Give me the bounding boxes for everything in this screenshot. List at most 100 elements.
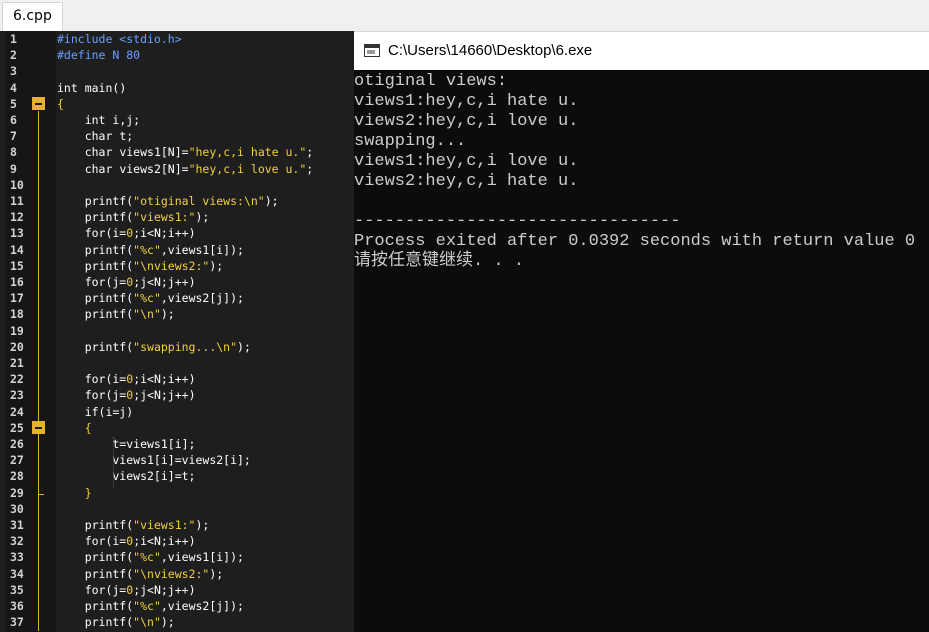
tab-bar: 6.cpp (0, 0, 929, 32)
code-line[interactable]: 23 for(j=0;j<N;j++) (0, 387, 354, 403)
line-number: 32 (10, 534, 24, 549)
code-line[interactable]: 3 (0, 63, 354, 79)
code-text: char views2[N]="hey,c,i love u."; (84, 161, 314, 176)
code-line[interactable]: 9 char views2[N]="hey,c,i love u."; (0, 161, 354, 177)
code-line[interactable]: 32 for(i=0;i<N;i++) (0, 533, 354, 549)
fold-end-if (38, 494, 44, 495)
line-number: 12 (10, 210, 24, 225)
code-line[interactable]: 14 printf("%c",views1[i]); (0, 242, 354, 258)
line-number: 15 (10, 258, 24, 273)
fold-toggle-if[interactable] (32, 421, 45, 434)
tab-6cpp[interactable]: 6.cpp (2, 2, 63, 32)
console-titlebar[interactable]: C:\Users\14660\Desktop\6.exe (354, 32, 929, 70)
code-text: for(j=0;j<N;j++) (57, 275, 196, 289)
code-line[interactable]: 21 (0, 355, 354, 371)
line-number: 11 (10, 194, 24, 208)
line-number: 5 (10, 96, 17, 111)
code-line[interactable]: 25 { (0, 420, 354, 436)
code-line[interactable]: 4 int main() (0, 80, 354, 96)
code-line[interactable]: 28 views2[i]=t; (0, 468, 354, 484)
line-number: 2 (10, 48, 17, 63)
code-text: printf("%c",views1[i]); (57, 550, 244, 565)
code-text: { (57, 420, 92, 435)
code-line[interactable]: 7 char t; (0, 128, 354, 144)
code-text: printf("\nviews2:"); (57, 258, 224, 273)
code-text: #define N 80 (57, 48, 141, 63)
code-text: printf("\n"); (57, 307, 175, 322)
line-number: 8 (10, 145, 17, 160)
console-line: views1:hey,c,i hate u. (354, 92, 579, 111)
console-line: views2:hey,c,i love u. (354, 112, 579, 131)
code-text: views1[i]=views2[i]; (57, 453, 251, 468)
line-number: 36 (10, 599, 24, 613)
code-text: printf("swapping...\n"); (57, 339, 251, 354)
code-text: for(i=0;i<N;i++) (57, 534, 196, 549)
code-line[interactable]: 31 printf("views1:"); (0, 517, 354, 533)
code-text: for(i=0;i<N;i++) (57, 226, 196, 241)
code-line[interactable]: 22 for(i=0;i<N;i++) (0, 371, 354, 387)
code-line[interactable]: 26 t=views1[i]; (0, 436, 354, 452)
code-line[interactable]: 33 printf("%c",views1[i]); (0, 549, 354, 565)
indent-guide (113, 437, 114, 487)
code-line[interactable]: 1 #include <stdio.h> (0, 31, 354, 47)
line-number: 29 (10, 485, 24, 500)
code-line[interactable]: 24 if(i=j) (0, 404, 354, 420)
line-number: 4 (10, 80, 17, 95)
code-text: printf("\nviews2:"); (57, 566, 224, 581)
line-number: 19 (10, 323, 24, 338)
code-text: { (57, 96, 64, 111)
line-number: 25 (10, 420, 24, 435)
code-line[interactable]: 18 printf("\n"); (0, 306, 354, 322)
console-output: otiginal views: views1:hey,c,i hate u. vie… (354, 72, 915, 272)
console-line: views2:hey,c,i hate u. (354, 172, 579, 191)
code-line[interactable]: 11 printf("otiginal views:\n"); (0, 193, 354, 209)
code-line[interactable]: 8 char views1[N]="hey,c,i hate u."; (0, 144, 354, 160)
line-number: 13 (10, 226, 24, 241)
code-line[interactable]: 12 printf("views1:"); (0, 209, 354, 225)
line-number: 26 (10, 437, 24, 451)
code-line[interactable]: 29 } (0, 485, 354, 501)
line-number: 14 (10, 242, 24, 257)
code-line[interactable]: 27 views1[i]=views2[i]; (0, 452, 354, 468)
code-line[interactable]: 16 for(j=0;j<N;j++) (0, 274, 354, 290)
code-text: printf("%c",views2[j]); (57, 599, 244, 613)
code-text: printf("views1:"); (57, 210, 210, 225)
code-line[interactable]: 37 printf("\n"); (0, 614, 354, 630)
code-line[interactable]: 13 for(i=0;i<N;i++) (0, 225, 354, 241)
code-line[interactable]: 2 #define N 80 (0, 47, 354, 63)
code-line[interactable]: 19 (0, 323, 354, 339)
fold-toggle-main[interactable] (32, 97, 45, 110)
code-line[interactable]: 35 for(j=0;j<N;j++) (0, 582, 354, 598)
code-text: #include <stdio.h> (57, 32, 182, 46)
code-line[interactable]: 5{ (0, 96, 354, 112)
line-number: 33 (10, 550, 24, 565)
code-text: int i,j; (84, 113, 141, 127)
code-editor[interactable]: 1 #include <stdio.h> 2 #define N 80 3 4 int ma… (0, 31, 354, 632)
code-line[interactable]: 20 printf("swapping...\n"); (0, 339, 354, 355)
code-line[interactable]: 6 int i,j; (0, 112, 354, 128)
line-number: 6 (10, 113, 17, 127)
code-text: printf("%c",views1[i]); (57, 242, 244, 257)
console-window[interactable]: C:\Users\14660\Desktop\6.exe otiginal vi… (354, 32, 929, 632)
line-number: 1 (10, 32, 17, 46)
code-text: char t; (84, 129, 134, 144)
code-text: views2[i]=t; (57, 469, 196, 484)
console-line: otiginal views: (354, 72, 508, 91)
code-text: printf("%c",views2[j]); (57, 291, 244, 306)
code-line[interactable]: 15 printf("\nviews2:"); (0, 258, 354, 274)
code-line[interactable]: 17 printf("%c",views2[j]); (0, 290, 354, 306)
code-line[interactable]: 10 (0, 177, 354, 193)
line-number: 17 (10, 291, 24, 306)
line-number: 9 (10, 161, 17, 176)
code-line[interactable]: 30 (0, 501, 354, 517)
line-number: 20 (10, 339, 24, 354)
code-line[interactable]: 36 printf("%c",views2[j]); (0, 598, 354, 614)
code-text: for(j=0;j<N;j++) (57, 582, 196, 597)
line-number: 16 (10, 275, 24, 289)
code-line[interactable]: 34 printf("\nviews2:"); (0, 566, 354, 582)
line-number: 30 (10, 501, 24, 516)
console-line: swapping... (354, 132, 467, 151)
code-text: int main() (57, 80, 127, 95)
line-number: 22 (10, 372, 24, 387)
